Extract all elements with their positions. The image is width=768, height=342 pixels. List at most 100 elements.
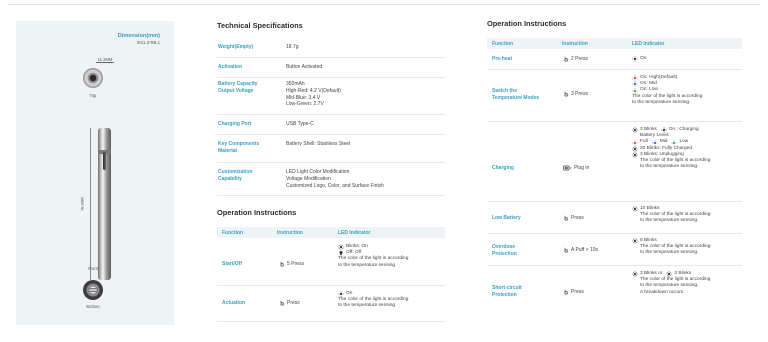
instruction-cell: Press	[563, 289, 584, 295]
table-row-low-battery: Low Battery Press 10 Blinks The color of…	[487, 202, 742, 234]
table-row-temperature-modes: Switch the Temperature Modes 3 Press On:…	[487, 70, 742, 122]
instruction-cell: 5 Press	[279, 261, 304, 267]
sun-on-icon	[632, 56, 638, 62]
function-label: Charging	[492, 165, 514, 171]
header-led: LED Indicator	[338, 230, 371, 236]
led-text: On	[640, 56, 647, 61]
instruction-text: 3 Press	[571, 91, 588, 97]
hand-press-icon	[563, 91, 569, 97]
front-view-caption: Front	[88, 266, 98, 271]
led-note: to the temperature sensing.	[640, 218, 699, 224]
sun-blink-icon	[632, 206, 638, 212]
dimension-title: Dimension(mm)	[117, 33, 160, 39]
led-cell: 10 Blinks The color of the light is acco…	[632, 206, 710, 225]
spec-row-customization: Customization Capability LED Light Color…	[217, 163, 445, 196]
spec-label: Battery Capacity	[218, 81, 258, 87]
red-light-icon	[632, 75, 638, 81]
function-label: Overdose	[492, 244, 516, 250]
table-row-start-off: Start/Off 5 Press Blinks: On Off: Off Th…	[217, 238, 445, 286]
function-label: Actuation	[222, 300, 246, 306]
instruction-cell: Press	[563, 215, 584, 221]
pen-top-view	[83, 68, 103, 88]
led-note: to the temperature sensing.	[632, 99, 691, 105]
operation-right-header: Function Instruction LED Indicator	[487, 38, 742, 49]
led-note: to the temperature sensing.	[338, 262, 397, 268]
function-label: Switch the	[492, 88, 518, 94]
operation-left-title: Operation Instructions	[217, 208, 297, 217]
tech-specs-title: Technical Specifications	[217, 21, 303, 30]
led-note: The color of the light is according	[338, 256, 409, 262]
led-cell: On: High(Default) On: Mid On: Low The co…	[632, 75, 702, 106]
plug-icon	[563, 165, 572, 171]
spec-value: 18.7g	[286, 44, 299, 50]
header-function: Function	[222, 230, 244, 236]
led-note: to the temperature sensing.	[640, 164, 699, 170]
spec-value: Battery Shell: Stainless Steel	[286, 141, 351, 147]
header-instruction: Instruction	[562, 41, 588, 47]
table-row-actuation: Actuation Press On The color of the ligh…	[217, 286, 445, 322]
function-label: Protection	[492, 292, 517, 298]
spec-value: USB Type-C	[286, 121, 314, 127]
spec-value: 350mAh	[286, 81, 305, 87]
spec-label: Key Components	[218, 141, 260, 147]
instruction-text: Plug in	[574, 165, 590, 171]
sun-blink-icon	[632, 145, 638, 152]
top-divider	[8, 4, 760, 5]
spec-row-battery: Battery Capacity Output Voltage 350mAh H…	[217, 78, 445, 115]
instruction-text: Press	[571, 215, 584, 221]
spec-value: Button Activated	[286, 64, 323, 70]
spec-label: Output Voltage	[218, 88, 254, 94]
table-row-overdose-protection: Overdose Protection A Puff > 10s 5 Blink…	[487, 234, 742, 266]
blue-light-icon	[632, 81, 638, 88]
table-row-pre-heat: Pre-heat 2 Press On	[487, 49, 742, 70]
sun-blink-icon	[632, 238, 638, 244]
product-panel: Dimension(mm) Φ11.2*98.1 11.2MM Top 98.1…	[16, 21, 174, 325]
header-function: Function	[492, 41, 514, 47]
instruction-cell: 3 Press	[563, 91, 588, 97]
function-label: Start/Off	[222, 261, 242, 267]
hand-press-icon	[563, 215, 569, 221]
hand-press-icon	[563, 289, 569, 295]
hand-press-icon	[279, 300, 285, 306]
hand-press-icon	[279, 261, 285, 267]
table-row-charging: Charging Plug in 3 Blinks On : Charging B…	[487, 122, 742, 202]
green-light-icon	[632, 87, 638, 94]
instruction-cell: 2 Press	[563, 56, 588, 62]
hand-press-icon	[563, 247, 569, 253]
instruction-cell: Press	[279, 300, 300, 306]
spec-label: Charging Port	[218, 121, 252, 127]
spec-row-weight: Weight(Empty) 18.7g	[217, 38, 445, 58]
led-note: to the temperature sensing.	[640, 250, 699, 256]
sun-blink-icon	[632, 271, 638, 277]
dimension-value: Φ11.2*98.1	[137, 40, 160, 45]
spec-label: Material	[218, 148, 237, 154]
instruction-text: 5 Press	[287, 261, 304, 267]
function-label: Protection	[492, 251, 517, 257]
led-note: The color of the light is according	[632, 93, 703, 99]
spec-label: Customization	[218, 169, 253, 175]
spec-label: Activation	[218, 64, 243, 70]
instruction-cell: A Puff > 10s	[563, 247, 598, 253]
bottom-view-caption: Bottom	[86, 304, 100, 309]
pen-button	[103, 152, 106, 170]
led-text: On : Charging	[668, 127, 699, 132]
sun-blink-icon	[338, 244, 344, 250]
function-label: Short-circuit	[492, 285, 522, 291]
instruction-text: Press	[571, 289, 584, 295]
hand-press-icon	[563, 56, 569, 62]
spec-label: Capability	[218, 176, 242, 182]
function-label: Low Battery	[492, 215, 521, 221]
led-cell: 3 Blinks or 3 Blinks The color of the lig…	[632, 271, 710, 296]
instruction-cell: Plug in	[563, 165, 589, 171]
operation-right-title: Operation Instructions	[487, 19, 567, 28]
spec-row-activation: Activation Button Activated	[217, 58, 445, 78]
led-cell: 3 Blinks On : Charging Battery Level: Ful…	[632, 127, 710, 170]
usb-c-port	[88, 288, 98, 292]
led-text: On: Low	[640, 87, 658, 93]
spec-value: LED Light Color Modification	[286, 169, 350, 175]
instruction-text: A Puff > 10s	[571, 247, 599, 253]
function-label: Temperature Modes	[492, 95, 540, 101]
led-cell: On The color of the light is according t…	[338, 291, 408, 310]
led-cell: Blinks: On Off: Off The color of the lig…	[338, 244, 408, 269]
spec-row-material: Key Components Material Battery Shell: S…	[217, 135, 445, 163]
